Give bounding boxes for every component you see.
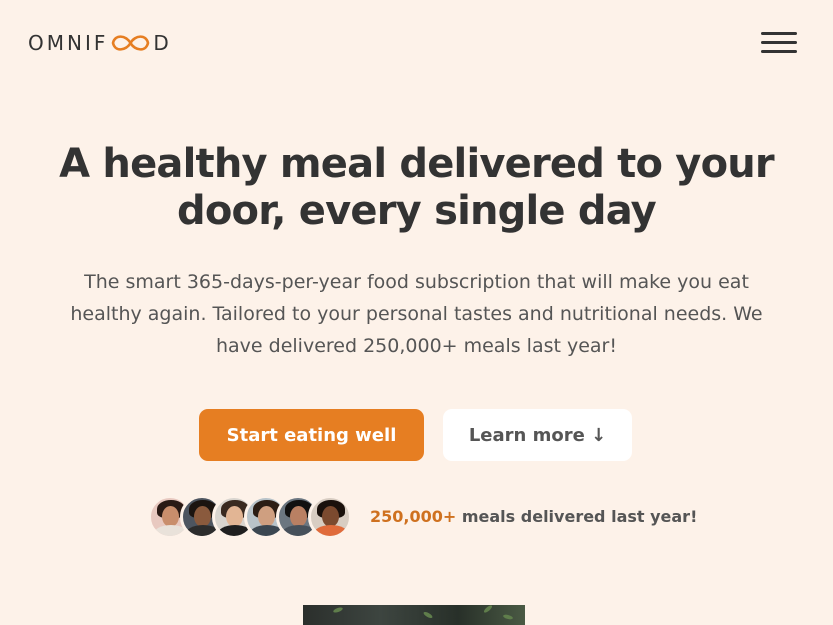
start-eating-well-button[interactable]: Start eating well <box>199 409 424 461</box>
avatar <box>308 495 352 539</box>
hero-title: A healthy meal delivered to your door, e… <box>59 141 775 234</box>
hero-food-image <box>303 605 525 625</box>
logo-text-suffix: D <box>153 31 172 55</box>
learn-more-button[interactable]: Learn more ↓ <box>443 409 632 461</box>
delivered-meals-text: 250,000+ meals delivered last year! <box>370 507 697 526</box>
site-header: OMNIF D <box>0 0 833 88</box>
menu-line <box>761 50 797 53</box>
infinity-icon <box>112 35 150 51</box>
delivered-label: meals delivered last year! <box>461 507 698 526</box>
menu-line <box>761 32 797 35</box>
omnifood-logo[interactable]: OMNIF D <box>28 31 172 55</box>
logo-text-prefix: OMNIF <box>28 31 109 55</box>
delivered-meals: 250,000+ meals delivered last year! <box>148 495 708 539</box>
hero-description: The smart 365-days-per-year food subscri… <box>70 271 763 357</box>
hamburger-menu-icon[interactable] <box>759 30 799 56</box>
delivered-count: 250,000+ <box>370 507 457 526</box>
menu-line <box>761 41 797 44</box>
